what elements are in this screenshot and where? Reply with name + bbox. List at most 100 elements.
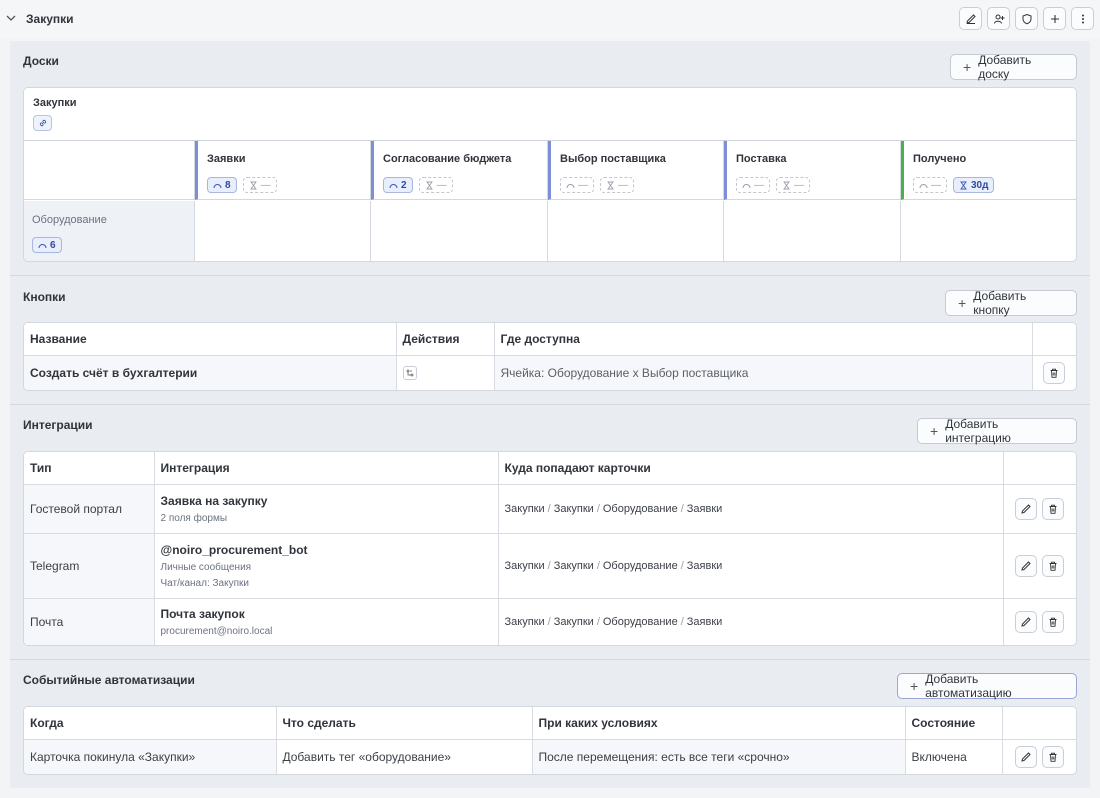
gauge-icon — [38, 243, 47, 248]
column-name: Поставка — [736, 153, 787, 165]
path-segment: Закупки — [553, 559, 594, 572]
top-bar: Закупки — [0, 0, 1100, 38]
delete-button[interactable] — [1042, 554, 1065, 577]
edit-button[interactable] — [1015, 497, 1038, 520]
path-segment: Заявки — [686, 502, 723, 515]
actions-cell — [396, 355, 495, 390]
more-vertical-icon — [1081, 14, 1084, 23]
edit-button[interactable] — [1014, 745, 1037, 768]
integration-info: Заявка на закупку 2 поля формы — [154, 484, 499, 534]
more-button[interactable] — [1071, 7, 1094, 30]
integration-name: Почта закупок — [160, 607, 245, 622]
table-row[interactable]: Карточка покинула «Закупки» Добавить тег… — [24, 739, 1076, 774]
pencil-icon — [965, 13, 976, 24]
column-header: Действия — [396, 323, 495, 356]
corner-cell — [24, 141, 195, 200]
add-board-label: Добавить доску — [978, 53, 1032, 81]
edit-button[interactable] — [959, 7, 982, 30]
path-segment: Заявки — [686, 616, 723, 629]
lane-count-chip: 6 — [32, 237, 62, 253]
board-link-button[interactable] — [33, 115, 52, 131]
add-action-label: Добавить кнопку — [973, 289, 1027, 317]
delete-button[interactable] — [1043, 361, 1066, 384]
add-automation-button[interactable]: + Добавить автоматизацию — [897, 672, 1077, 700]
hourglass-icon — [249, 181, 257, 189]
column-header: Что сделать — [276, 707, 533, 740]
condition-cell: После перемещения: есть все теги «срочно… — [532, 739, 906, 774]
board-header: Закупки — [24, 88, 1076, 141]
delete-button[interactable] — [1042, 497, 1065, 520]
hourglass-icon — [783, 181, 790, 189]
pencil-icon — [1021, 560, 1031, 571]
row-actions — [1003, 598, 1076, 645]
sla-chip: — — [418, 177, 453, 193]
section-divider — [10, 275, 1090, 276]
delete-button[interactable] — [1041, 745, 1064, 768]
integration-detail: Чат/канал: Закупки — [160, 577, 249, 589]
integration-type: Гостевой портал — [24, 484, 155, 534]
integration-detail: 2 поля формы — [160, 512, 228, 524]
column-header[interactable]: Получено — 30д — [901, 141, 1076, 200]
automations-table: Когда Что сделать При каких условиях Сос… — [24, 707, 1076, 774]
sla-chip: — — [600, 177, 634, 193]
integration-name: Заявка на закупку — [160, 493, 268, 508]
column-name: Получено — [913, 153, 967, 165]
hourglass-icon — [425, 181, 433, 189]
add-board-button[interactable]: + Добавить доску — [950, 53, 1077, 81]
edit-button[interactable] — [1015, 611, 1038, 634]
column-header[interactable]: Согласование бюджета 2 — — [371, 141, 548, 200]
gauge-icon — [919, 183, 928, 188]
lane-label-cell[interactable]: Оборудование 6 — [24, 201, 195, 261]
section-divider — [10, 404, 1090, 405]
add-integration-button[interactable]: + Добавить интеграцию — [917, 417, 1077, 445]
column-header: При каких условиях — [532, 707, 906, 740]
chevron-down-icon[interactable] — [5, 12, 17, 24]
column-header[interactable]: Заявки 8 — — [195, 141, 371, 200]
board-cell[interactable] — [724, 201, 901, 261]
table-row[interactable]: Гостевой портал Заявка на закупку 2 поля… — [24, 484, 1076, 534]
plus-icon: + — [930, 423, 939, 439]
board-name: Закупки — [33, 97, 77, 109]
add-member-button[interactable] — [987, 7, 1010, 30]
edit-button[interactable] — [1015, 554, 1038, 577]
buttons-table: Название Действия Где доступна Создать с… — [24, 323, 1076, 390]
hourglass-icon — [607, 181, 614, 189]
column-header: Где доступна — [494, 323, 1033, 356]
path-segment: Закупки — [504, 616, 545, 629]
gauge-icon — [566, 183, 575, 188]
automations-section-title: Событийные автоматизации — [23, 673, 195, 687]
table-row[interactable]: Telegram @noiro_procurement_bot Личные с… — [24, 533, 1076, 599]
path-segment: Закупки — [553, 616, 594, 629]
row-actions — [1032, 355, 1076, 390]
board-cell[interactable] — [371, 201, 548, 261]
path-segment: Оборудование — [602, 502, 678, 515]
page-title: Закупки — [26, 12, 74, 26]
path-segment: Закупки — [504, 559, 545, 572]
action-name: Создать счёт в бухгалтерии — [24, 355, 397, 390]
header-actions — [959, 7, 1094, 30]
add-button[interactable] — [1043, 7, 1066, 30]
row-actions — [1003, 533, 1076, 599]
destination-path: Закупки / Закупки / Оборудование / Заявки — [498, 533, 1004, 599]
column-header: Тип — [24, 452, 155, 485]
column-header — [1003, 452, 1076, 485]
column-header: Интеграция — [154, 452, 499, 485]
column-header — [1032, 323, 1076, 356]
board-cell[interactable] — [901, 201, 1076, 261]
table-row[interactable]: Создать счёт в бухгалтерии Ячейка: Обору… — [24, 355, 1076, 390]
user-plus-icon — [993, 14, 1004, 24]
workflow-button[interactable] — [402, 365, 417, 380]
add-action-button[interactable]: + Добавить кнопку — [945, 289, 1077, 317]
table-row[interactable]: Почта Почта закупок procurement@noiro.lo… — [24, 598, 1076, 645]
delete-button[interactable] — [1042, 611, 1065, 634]
path-segment: Закупки — [553, 502, 594, 515]
card-count-chip: 8 — [207, 177, 237, 193]
board-cell[interactable] — [195, 201, 371, 261]
boards-section-title: Доски — [23, 54, 59, 68]
column-header[interactable]: Поставка — — — [724, 141, 901, 200]
permissions-button[interactable] — [1015, 7, 1038, 30]
column-header: Состояние — [905, 707, 1003, 740]
column-header[interactable]: Выбор поставщика — — — [548, 141, 724, 200]
card-count-chip: 2 — [383, 177, 413, 193]
board-cell[interactable] — [548, 201, 724, 261]
